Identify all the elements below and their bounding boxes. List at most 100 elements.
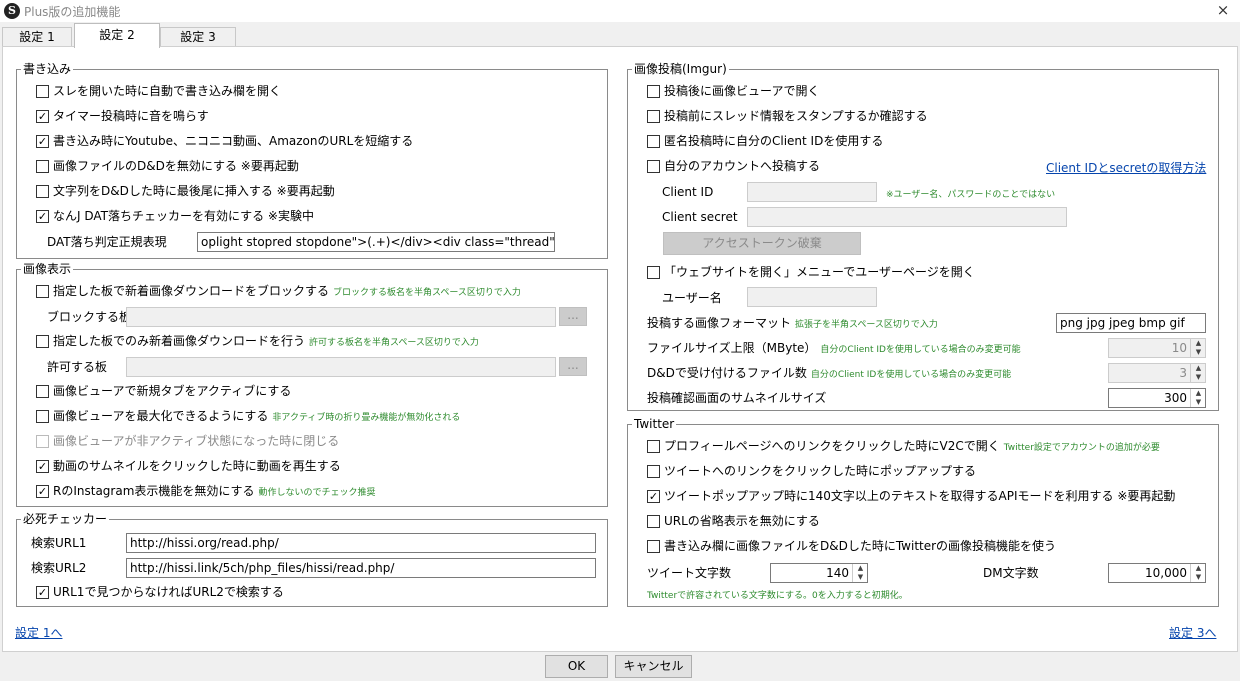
- confirm-stamp-checkbox[interactable]: [647, 110, 660, 123]
- viewer-close-inactive-label: 画像ビューアが非アクティブ状態になった時に閉じる: [53, 434, 340, 448]
- profile-link-v2c-checkbox[interactable]: [647, 440, 660, 453]
- client-secret-input[interactable]: [747, 207, 1067, 227]
- client-secret-label: Client secret: [662, 210, 738, 224]
- spinner-down-icon[interactable]: ▼: [1191, 398, 1206, 407]
- allow-board-browse-button[interactable]: ...: [559, 357, 587, 376]
- spinner-up-icon[interactable]: ▲: [1191, 389, 1206, 398]
- open-user-page-checkbox[interactable]: [647, 266, 660, 279]
- dm-chars-spinner[interactable]: 10,000 ▲ ▼: [1108, 563, 1206, 583]
- cancel-button[interactable]: キャンセル: [615, 655, 692, 678]
- disable-instagram-label: RのInstagram表示機能を無効にする 動作しないのでチェック推奨: [53, 484, 376, 498]
- api-mode-checkbox[interactable]: ✓: [647, 490, 660, 503]
- image-display-group: 画像表示 指定した板で新着画像ダウンロードをブロックする ブロックする板名を半角ス…: [16, 262, 608, 507]
- viewer-new-tab-checkbox[interactable]: [36, 385, 49, 398]
- disable-image-dnd-label: 画像ファイルのD&Dを無効にする ※要再起動: [53, 159, 299, 173]
- client-id-howto-link[interactable]: Client IDとsecretの取得方法: [1046, 159, 1206, 176]
- thumbnail-size-value: 300: [1164, 391, 1187, 405]
- allow-download-checkbox[interactable]: [36, 335, 49, 348]
- open-viewer-after-post-label: 投稿後に画像ビューアで開く: [664, 84, 820, 98]
- disable-url-omit-checkbox[interactable]: [647, 515, 660, 528]
- max-file-size-hint: 自分のClient IDを使用している場合のみ変更可能: [820, 345, 1021, 355]
- timer-sound-checkbox[interactable]: ✓: [36, 110, 49, 123]
- search-url2-label: 検索URL2: [31, 561, 87, 575]
- twitter-image-post-checkbox[interactable]: [647, 540, 660, 553]
- spinner-up-icon[interactable]: ▲: [1191, 339, 1206, 348]
- dnd-file-count-label: D&Dで受け付けるファイル数 自分のClient IDを使用している場合のみ変更可…: [647, 366, 1012, 380]
- dat-regex-input[interactable]: oplight stopred stopdone">(.+)</div><div…: [197, 232, 555, 252]
- disable-url-omit-label: URLの省略表示を無効にする: [664, 514, 820, 528]
- insert-at-end-checkbox[interactable]: [36, 185, 49, 198]
- imgur-group-title: 画像投稿(Imgur): [632, 62, 729, 76]
- viewer-maximize-checkbox[interactable]: [36, 410, 49, 423]
- spinner-down-icon[interactable]: ▼: [853, 573, 868, 582]
- anon-client-id-label: 匿名投稿時に自分のClient IDを使用する: [664, 134, 884, 148]
- open-viewer-after-post-checkbox[interactable]: [647, 85, 660, 98]
- block-board-browse-button[interactable]: ...: [559, 307, 587, 326]
- tab-settings-3[interactable]: 設定 3: [160, 27, 236, 47]
- confirm-stamp-label: 投稿前にスレッド情報をスタンプするか確認する: [664, 109, 928, 123]
- image-format-input[interactable]: png jpg jpeg bmp gif: [1056, 313, 1206, 333]
- window-title: Plus版の追加機能: [24, 5, 121, 19]
- tweet-chars-value: 140: [826, 566, 849, 580]
- client-id-input[interactable]: [747, 182, 877, 202]
- shorten-url-label: 書き込み時にYoutube、ニコニコ動画、AmazonのURLを短縮する: [53, 134, 414, 148]
- tweet-popup-checkbox[interactable]: [647, 465, 660, 478]
- tab-panel: 書き込み スレを開いた時に自動で書き込み欄を開く ✓ タイマー投稿時に音を鳴らす…: [2, 46, 1238, 652]
- search-url1-input[interactable]: http://hissi.org/read.php/: [126, 533, 596, 553]
- auto-open-reply-label: スレを開いた時に自動で書き込み欄を開く: [53, 84, 282, 98]
- spinner-down-icon[interactable]: ▼: [1191, 573, 1206, 582]
- spinner-up-icon[interactable]: ▲: [1191, 564, 1206, 573]
- dat-checker-label: なんJ DAT落ちチェッカーを有効にする ※実験中: [53, 209, 314, 223]
- viewer-close-inactive-checkbox[interactable]: [36, 435, 49, 448]
- block-board-input[interactable]: [126, 307, 556, 327]
- disable-instagram-checkbox[interactable]: ✓: [36, 485, 49, 498]
- max-file-size-spinner[interactable]: 10 ▲ ▼: [1108, 338, 1206, 358]
- dat-checker-checkbox[interactable]: ✓: [36, 210, 49, 223]
- play-video-checkbox[interactable]: ✓: [36, 460, 49, 473]
- next-settings-link[interactable]: 設定 3へ: [1169, 624, 1216, 641]
- tab-settings-1[interactable]: 設定 1: [2, 27, 72, 47]
- url-fallback-checkbox[interactable]: ✓: [36, 586, 49, 599]
- allow-download-label: 指定した板でのみ新着画像ダウンロードを行う 許可する板名を半角スペース区切りで入力: [53, 334, 479, 348]
- viewer-maximize-hint: 非アクティブ時の折り畳み機能が無効化される: [272, 413, 461, 423]
- username-input[interactable]: [747, 287, 877, 307]
- image-format-hint: 拡張子を半角スペース区切りで入力: [795, 320, 938, 330]
- twitter-image-post-label: 書き込み欄に画像ファイルをD&Dした時にTwitterの画像投稿機能を使う: [664, 539, 1057, 553]
- search-url2-input[interactable]: http://hissi.link/5ch/php_files/hissi/re…: [126, 558, 596, 578]
- spinner-down-icon[interactable]: ▼: [1191, 373, 1206, 382]
- imgur-group: 画像投稿(Imgur) 投稿後に画像ビューアで開く 投稿前にスレッド情報をスタン…: [627, 62, 1219, 411]
- disable-instagram-hint: 動作しないのでチェック推奨: [258, 488, 376, 498]
- allow-board-label: 許可する板: [47, 360, 108, 374]
- chars-hint: Twitterで許容されている文字数にする。0を入力すると初期化。: [647, 591, 908, 601]
- dnd-file-count-spinner[interactable]: 3 ▲ ▼: [1108, 363, 1206, 383]
- allow-download-hint: 許可する板名を半角スペース区切りで入力: [309, 338, 479, 348]
- block-board-label: ブロックする板: [47, 310, 132, 324]
- anon-client-id-checkbox[interactable]: [647, 135, 660, 148]
- block-download-checkbox[interactable]: [36, 285, 49, 298]
- write-group-title: 書き込み: [21, 62, 74, 76]
- viewer-maximize-label: 画像ビューアを最大化できるようにする 非アクティブ時の折り畳み機能が無効化される: [53, 409, 461, 423]
- block-download-hint: ブロックする板名を半角スペース区切りで入力: [333, 288, 521, 298]
- prev-settings-link[interactable]: 設定 1へ: [15, 624, 62, 641]
- close-icon[interactable]: ×: [1214, 1, 1232, 19]
- ok-button[interactable]: OK: [545, 655, 608, 678]
- shorten-url-checkbox[interactable]: ✓: [36, 135, 49, 148]
- dm-chars-value: 10,000: [1145, 566, 1187, 580]
- profile-link-v2c-hint: Twitter設定でアカウントの追加が必要: [1003, 443, 1160, 453]
- open-user-page-label: 「ウェブサイトを開く」メニューでユーザーページを開く: [664, 265, 975, 279]
- tab-settings-2[interactable]: 設定 2: [74, 23, 160, 48]
- spinner-up-icon[interactable]: ▲: [1191, 364, 1206, 373]
- own-account-checkbox[interactable]: [647, 160, 660, 173]
- thumbnail-size-spinner[interactable]: 300 ▲ ▼: [1108, 388, 1206, 408]
- disable-image-dnd-checkbox[interactable]: [36, 160, 49, 173]
- tweet-chars-spinner[interactable]: 140 ▲ ▼: [770, 563, 868, 583]
- allow-board-input[interactable]: [126, 357, 556, 377]
- spinner-up-icon[interactable]: ▲: [853, 564, 868, 573]
- hissi-checker-group: 必死チェッカー 検索URL1 http://hissi.org/read.php…: [16, 512, 608, 607]
- revoke-token-button[interactable]: アクセストークン破棄: [663, 232, 861, 255]
- username-label: ユーザー名: [662, 291, 722, 305]
- spinner-down-icon[interactable]: ▼: [1191, 348, 1206, 357]
- auto-open-reply-checkbox[interactable]: [36, 85, 49, 98]
- dat-regex-label: DAT落ち判定正規表現: [47, 235, 167, 249]
- api-mode-label: ツイートポップアップ時に140文字以上のテキストを取得するAPIモードを利用する…: [664, 489, 1176, 503]
